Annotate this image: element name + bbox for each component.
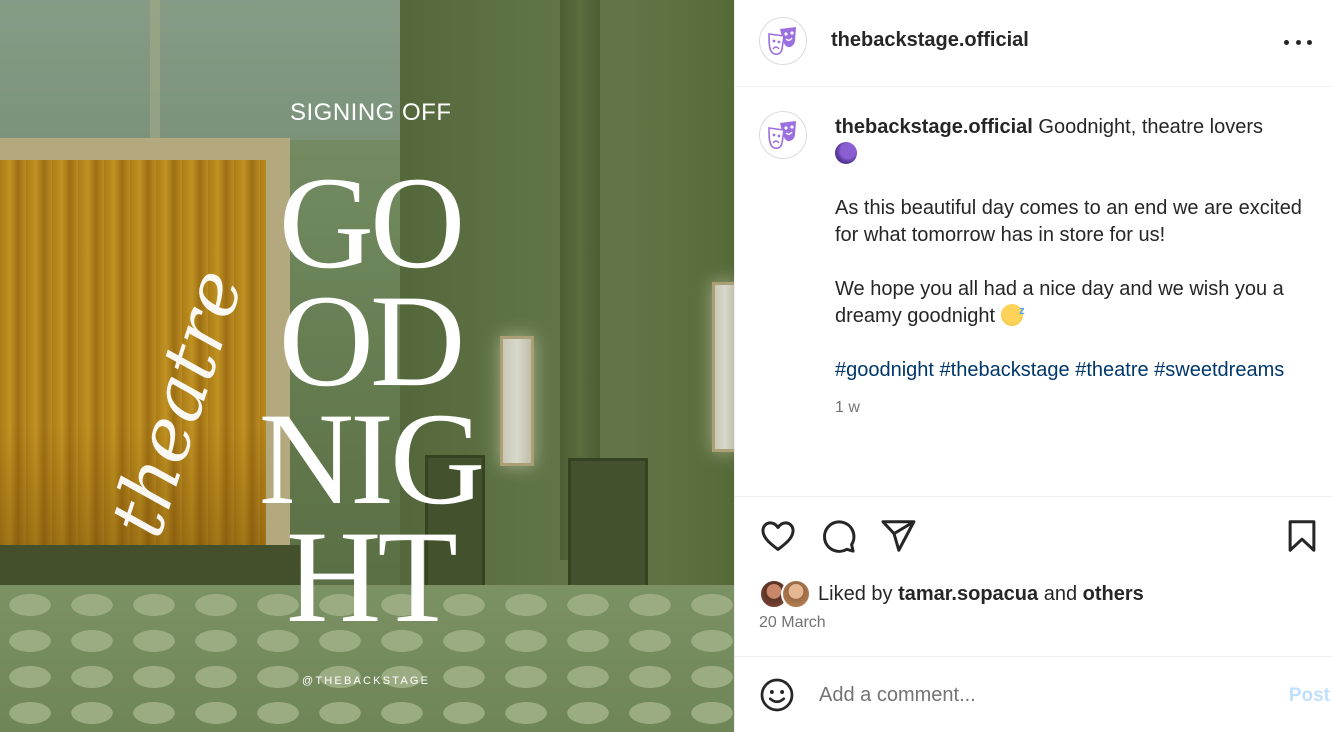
paper-plane-icon[interactable] <box>879 517 917 555</box>
theatre-masks-icon <box>768 27 796 55</box>
likes-text: Liked by tamar.sopacua and others <box>818 583 1144 606</box>
dot <box>1295 39 1301 45</box>
more-options-icon[interactable] <box>1284 30 1312 54</box>
dot <box>1307 39 1312 45</box>
caption-paragraph: As this beautiful day comes to an end we… <box>835 197 1302 246</box>
post-sidebar: thebackstage.official thebackstage.offic… <box>734 0 1333 732</box>
avatar <box>781 579 811 609</box>
theatre-masks-icon <box>768 121 796 149</box>
post-image[interactable]: SIGNING OFF theatre GO OD NIG HT @THEBAC… <box>0 0 734 732</box>
likes-prefix: Liked by <box>818 582 893 605</box>
hashtag-link[interactable]: #goodnight <box>835 359 934 381</box>
image-handle-text: @THEBACKSTAGE <box>302 675 431 687</box>
caption-paragraph: We hope you all had a nice day and we wi… <box>835 278 1284 327</box>
image-headline-line: HT <box>286 503 458 650</box>
image-headline-line: NIG <box>258 385 486 532</box>
caption-username[interactable]: thebackstage.official <box>835 116 1033 138</box>
caption-paragraph-2: We hope you all had a nice day and we wi… <box>835 276 1305 330</box>
post-date[interactable]: 20 March <box>759 614 826 632</box>
comment-bubble-icon[interactable] <box>819 517 857 555</box>
caption-timestamp[interactable]: 1 w <box>835 394 1305 421</box>
comment-box: Post <box>735 656 1333 732</box>
heart-icon[interactable] <box>759 517 797 555</box>
caption-first-line: Goodnight, theatre lovers <box>1038 116 1263 138</box>
caption-body: thebackstage.official Goodnight, theatre… <box>835 114 1305 421</box>
likes-conjunction: and <box>1043 582 1078 605</box>
liker-avatars[interactable] <box>759 578 815 610</box>
image-headline-line: GO <box>278 149 466 296</box>
hashtag-link[interactable]: #sweetdreams <box>1154 359 1284 381</box>
post-comment-button[interactable]: Post <box>1289 685 1330 707</box>
avatar[interactable] <box>759 111 807 159</box>
sleeping-face-emoji-icon <box>1000 298 1025 326</box>
hashtag-link[interactable]: #theatre <box>1075 359 1148 381</box>
image-headline-line: OD <box>278 267 466 414</box>
action-bar <box>735 497 1333 557</box>
comment-input[interactable] <box>819 679 1249 711</box>
bookmark-icon[interactable] <box>1283 517 1321 555</box>
hashtag-list: #goodnight #thebackstage #theatre #sweet… <box>835 357 1305 384</box>
post-header: thebackstage.official <box>735 0 1333 87</box>
likes-others-link[interactable]: others <box>1083 583 1144 605</box>
header-username[interactable]: thebackstage.official <box>831 29 1029 52</box>
caption-section: thebackstage.official Goodnight, theatre… <box>735 87 1333 497</box>
crescent-moon-emoji-icon <box>835 142 857 164</box>
likes-row: Liked by tamar.sopacua and others <box>759 578 1144 610</box>
avatar[interactable] <box>759 17 807 65</box>
hashtag-link[interactable]: #thebackstage <box>940 359 1070 381</box>
dot <box>1284 39 1289 45</box>
emoji-smile-icon[interactable] <box>759 677 795 713</box>
likes-user-link[interactable]: tamar.sopacua <box>898 583 1038 605</box>
image-kicker-text: SIGNING OFF <box>290 99 452 126</box>
